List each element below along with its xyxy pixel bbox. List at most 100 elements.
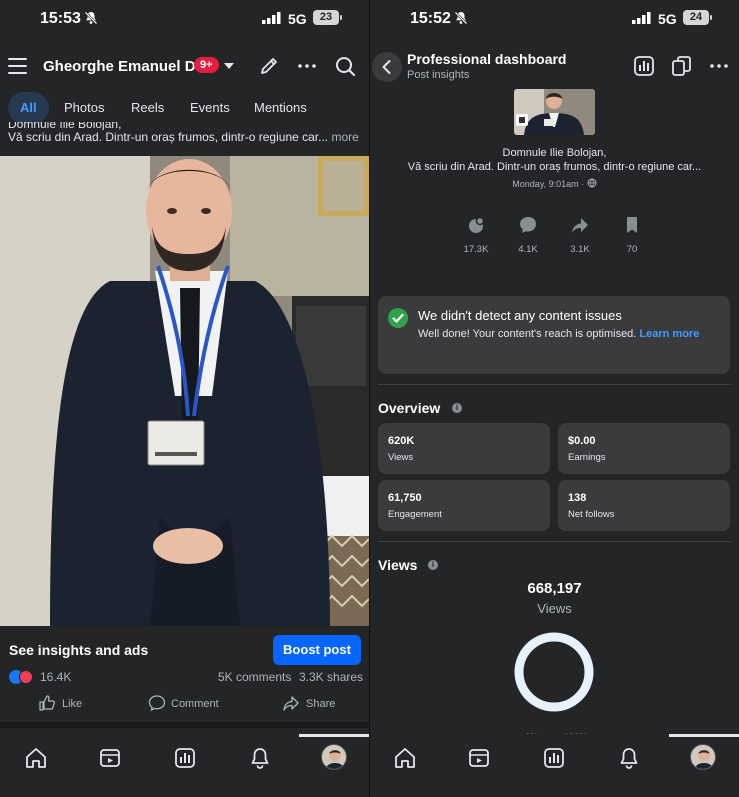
- signal-icon: [262, 12, 281, 24]
- comments-count[interactable]: 5K comments: [218, 670, 291, 684]
- shares-count[interactable]: 3.3K shares: [299, 670, 363, 684]
- love-reaction-icon: [19, 670, 33, 684]
- post-photo[interactable]: [0, 156, 369, 626]
- card-value: $0.00: [568, 435, 596, 447]
- bell-muted-icon: [84, 11, 98, 25]
- network-type: 5G: [288, 11, 307, 27]
- card-value: 138: [568, 492, 587, 504]
- video-icon[interactable]: [98, 746, 122, 770]
- metric-comments[interactable]: 4.1K: [508, 215, 548, 255]
- globe-icon: [587, 178, 597, 188]
- overview-card-net-follows[interactable]: 138 Net follows: [558, 480, 730, 531]
- more-icon[interactable]: [296, 55, 318, 77]
- boost-post-button[interactable]: Boost post: [273, 635, 361, 665]
- card-value: 61,750: [388, 492, 422, 504]
- chevron-left-icon: [382, 60, 391, 74]
- bottom-nav: [370, 734, 739, 797]
- edit-icon[interactable]: [258, 55, 280, 77]
- share-icon: [283, 696, 299, 711]
- comment-icon: [148, 695, 166, 712]
- post-photo-image: [0, 156, 369, 626]
- profile-panel: 15:53 5G 23 Gheorghe Emanuel D... 9+ All…: [0, 0, 369, 797]
- metric-value: 70: [626, 244, 638, 255]
- battery-indicator: 24: [683, 10, 712, 25]
- like-button[interactable]: Like: [38, 694, 98, 714]
- info-icon[interactable]: i: [452, 403, 462, 413]
- metric-reactions[interactable]: 17.3K: [456, 215, 496, 255]
- post-thumbnail[interactable]: [514, 89, 595, 135]
- issues-description-text: Well done! Your content's reach is optim…: [418, 328, 640, 340]
- bookmark-icon: [627, 217, 637, 233]
- overview-card-views[interactable]: 620K Views: [378, 423, 550, 474]
- learn-more-link[interactable]: Learn more: [639, 328, 699, 340]
- search-icon[interactable]: [334, 55, 356, 77]
- profile-avatar[interactable]: [321, 744, 347, 770]
- check-circle-icon: [388, 308, 408, 328]
- dashboard-icon[interactable]: [633, 55, 655, 77]
- post-preview-line2: Vă scriu din Arad. Dintr-un oraș frumos,…: [407, 161, 702, 173]
- info-icon[interactable]: i: [428, 560, 438, 570]
- content-issues-card: We didn't detect any content issues Well…: [378, 296, 730, 374]
- reaction-count[interactable]: 16.4K: [40, 670, 71, 684]
- issues-description: Well done! Your content's reach is optim…: [418, 327, 718, 341]
- dashboard-header: Professional dashboard Post insights: [370, 46, 739, 90]
- video-icon[interactable]: [467, 746, 491, 770]
- metric-saves[interactable]: 70: [612, 215, 652, 255]
- signal-icon: [632, 12, 651, 24]
- more-icon[interactable]: [708, 55, 730, 77]
- dashboard-icon[interactable]: [173, 746, 197, 770]
- status-time: 15:52: [410, 10, 451, 27]
- menu-icon[interactable]: [8, 58, 27, 74]
- comment-button[interactable]: Comment: [148, 694, 228, 714]
- post-date: Monday, 9:01am ·: [370, 178, 739, 189]
- scroll-indicator: [299, 734, 369, 737]
- share-button[interactable]: Share: [282, 694, 352, 714]
- profile-avatar[interactable]: [690, 744, 716, 770]
- section-divider: [378, 384, 731, 385]
- views-title: Views: [378, 557, 418, 573]
- like-label: Like: [62, 698, 83, 710]
- tab-all[interactable]: All: [8, 92, 49, 124]
- metric-value: 17.3K: [463, 244, 489, 255]
- tab-photos[interactable]: Photos: [64, 92, 104, 124]
- see-insights-link[interactable]: See insights and ads: [9, 642, 148, 658]
- status-time: 15:53: [40, 10, 81, 27]
- caption-text: Vă scriu din Arad. Dintr-un oraș frumos,…: [8, 130, 329, 144]
- notifications-icon[interactable]: [248, 746, 272, 770]
- page-subtitle: Post insights: [407, 69, 470, 81]
- post-preview-text: Domnule Ilie Bolojan, Vă scriu din Arad.…: [370, 146, 739, 174]
- metric-shares[interactable]: 3.1K: [560, 215, 600, 255]
- tab-mentions[interactable]: Mentions: [254, 92, 307, 124]
- profile-name[interactable]: Gheorghe Emanuel D...: [43, 58, 208, 75]
- views-label: Views: [537, 601, 572, 616]
- back-button[interactable]: [372, 52, 402, 82]
- card-label: Views: [388, 452, 414, 463]
- chevron-down-icon[interactable]: [224, 63, 234, 69]
- copy-icon[interactable]: [670, 55, 692, 77]
- page-title: Professional dashboard: [407, 51, 567, 67]
- network-type: 5G: [658, 11, 677, 27]
- tab-events[interactable]: Events: [190, 92, 230, 124]
- overview-card-earnings[interactable]: $0.00 Earnings: [558, 423, 730, 474]
- card-label: Engagement: [388, 509, 442, 520]
- share-label: Share: [306, 698, 336, 710]
- metric-value: 4.1K: [518, 244, 538, 255]
- views-donut-chart: [514, 632, 594, 712]
- post-date-text: Monday, 9:01am ·: [512, 179, 585, 189]
- tab-reels[interactable]: Reels: [131, 92, 164, 124]
- see-more-link[interactable]: more: [331, 130, 358, 144]
- card-value: 620K: [388, 435, 415, 447]
- battery-indicator: 23: [313, 10, 342, 25]
- views-total: 668,197: [527, 580, 582, 597]
- card-label: Net follows: [568, 509, 615, 520]
- dashboard-icon[interactable]: [542, 746, 566, 770]
- dashboard-panel: 15:52 5G 24 Professional dashboard Post …: [370, 0, 739, 797]
- card-label: Earnings: [568, 452, 606, 463]
- overview-card-engagement[interactable]: 61,750 Engagement: [378, 480, 550, 531]
- notifications-icon[interactable]: [617, 746, 641, 770]
- home-icon[interactable]: [24, 746, 48, 770]
- home-icon[interactable]: [393, 746, 417, 770]
- status-bar: 15:52 5G 24: [370, 0, 739, 36]
- profile-header: Gheorghe Emanuel D... 9+: [0, 46, 369, 86]
- status-bar: 15:53 5G 23: [0, 0, 369, 36]
